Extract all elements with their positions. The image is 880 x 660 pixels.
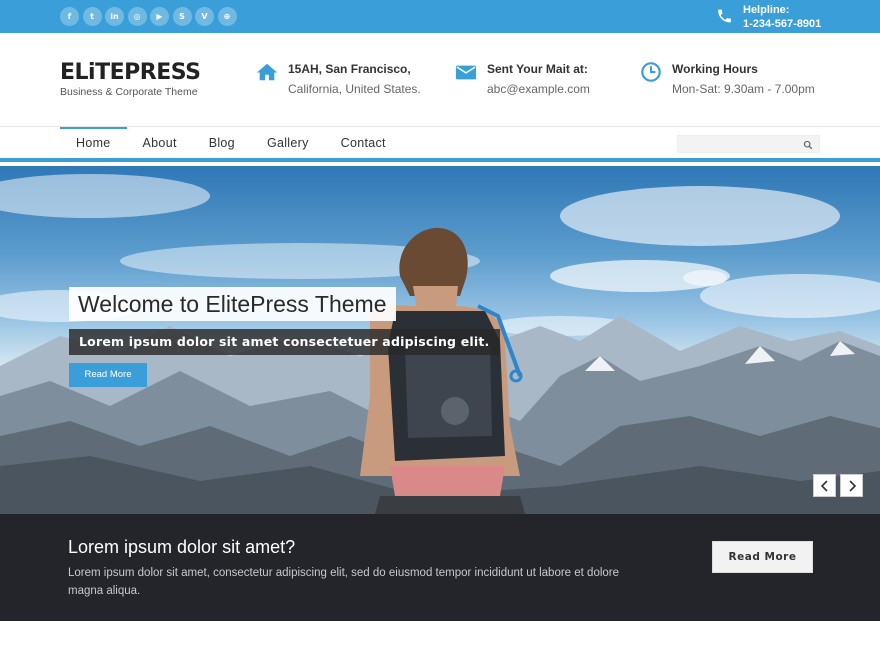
vimeo-icon[interactable]: V bbox=[195, 7, 214, 26]
hours-info: Working Hours Mon-Sat: 9.30am - 7.00pm bbox=[640, 61, 815, 97]
hours-label: Working Hours bbox=[672, 62, 758, 76]
nav-item-about[interactable]: About bbox=[127, 127, 193, 158]
linkedin-icon[interactable]: in bbox=[105, 7, 124, 26]
callout-text: Lorem ipsum dolor sit amet, consectetur … bbox=[68, 567, 620, 597]
nav-menu: Home About Blog Gallery Contact bbox=[60, 127, 402, 158]
mail-value[interactable]: abc@example.com bbox=[487, 81, 590, 97]
home-icon bbox=[256, 63, 278, 81]
top-bar: f t in ◎ ▶ S V ⊕ Helpline: 1-234-567-890… bbox=[0, 0, 880, 33]
site-header: ELiTEPRESS Business & Corporate Theme 15… bbox=[0, 33, 880, 127]
mail-label: Sent Your Mait at: bbox=[487, 62, 588, 76]
envelope-icon bbox=[455, 65, 477, 80]
callout-section: Lorem ipsum dolor sit amet? Lorem ipsum … bbox=[0, 514, 880, 621]
chevron-left-icon bbox=[820, 479, 828, 492]
dribbble-icon[interactable]: ⊕ bbox=[217, 7, 237, 26]
social-links: f t in ◎ ▶ S V ⊕ bbox=[60, 7, 237, 26]
hero-subtitle: Lorem ipsum dolor sit amet consectetuer … bbox=[69, 329, 500, 355]
site-logo[interactable]: ELiTEPRESS Business & Corporate Theme bbox=[60, 60, 201, 99]
logo-name: ELiTEPRESS bbox=[60, 60, 201, 85]
address-line1: 15AH, San Francisco, bbox=[288, 62, 411, 76]
search-icon[interactable] bbox=[803, 140, 813, 150]
helpline: Helpline: 1-234-567-8901 bbox=[716, 3, 821, 31]
helpline-label: Helpline: bbox=[743, 4, 790, 16]
address-info: 15AH, San Francisco, California, United … bbox=[256, 61, 421, 97]
nav-item-contact[interactable]: Contact bbox=[325, 127, 402, 158]
address-line2: California, United States. bbox=[288, 82, 421, 96]
nav-item-gallery[interactable]: Gallery bbox=[251, 127, 325, 158]
twitter-icon[interactable]: t bbox=[82, 7, 102, 26]
phone-icon bbox=[718, 9, 731, 23]
logo-tagline: Business & Corporate Theme bbox=[60, 86, 198, 98]
hero-title: Welcome to ElitePress Theme bbox=[69, 287, 396, 321]
hero-read-more-button[interactable]: Read More bbox=[69, 363, 147, 387]
hours-value: Mon-Sat: 9.30am - 7.00pm bbox=[672, 82, 815, 96]
callout-heading: Lorem ipsum dolor sit amet? bbox=[68, 537, 296, 557]
mail-info: Sent Your Mait at: abc@example.com bbox=[455, 61, 590, 97]
clock-icon bbox=[641, 62, 661, 82]
slider-next-button[interactable] bbox=[840, 474, 863, 497]
main-navigation: Home About Blog Gallery Contact bbox=[0, 127, 880, 162]
youtube-icon[interactable]: ▶ bbox=[150, 7, 169, 26]
helpline-number[interactable]: 1-234-567-8901 bbox=[743, 17, 821, 31]
callout-read-more-button[interactable]: Read More bbox=[712, 541, 813, 573]
hero-slider: Welcome to ElitePress Theme Lorem ipsum … bbox=[0, 166, 880, 514]
search-box bbox=[677, 135, 820, 155]
skype-icon[interactable]: S bbox=[172, 7, 192, 26]
nav-item-blog[interactable]: Blog bbox=[193, 127, 251, 158]
search-input[interactable] bbox=[678, 138, 798, 155]
nav-item-home[interactable]: Home bbox=[60, 127, 127, 158]
instagram-icon[interactable]: ◎ bbox=[127, 7, 147, 26]
chevron-right-icon bbox=[848, 479, 856, 492]
facebook-icon[interactable]: f bbox=[60, 7, 79, 26]
slider-prev-button[interactable] bbox=[813, 474, 836, 497]
